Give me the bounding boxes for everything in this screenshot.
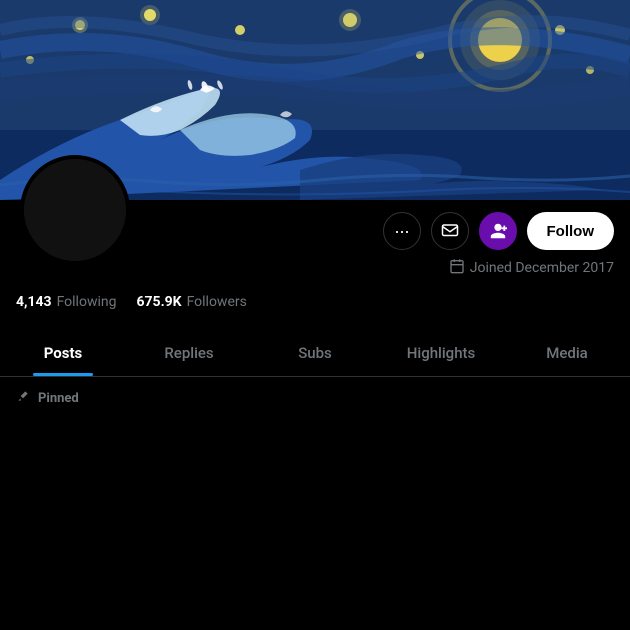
tab-media[interactable]: Media <box>504 330 630 376</box>
avatar-image <box>24 159 126 261</box>
tab-subs[interactable]: Subs <box>252 330 378 376</box>
subscribe-button[interactable] <box>479 212 517 250</box>
profile-page: ··· Follow Joined December 2017 <box>0 0 630 630</box>
pin-icon <box>16 389 30 407</box>
tab-replies-label: Replies <box>164 344 213 362</box>
profile-tabs: Posts Replies Subs Highlights Media <box>0 330 630 377</box>
pinned-row: Pinned <box>0 377 630 419</box>
following-stat[interactable]: 4,143 Following <box>16 294 116 310</box>
joined-text: Joined December 2017 <box>470 260 614 276</box>
tab-highlights-label: Highlights <box>407 344 476 362</box>
followers-stat[interactable]: 675.9K Followers <box>136 294 246 310</box>
tab-posts[interactable]: Posts <box>0 330 126 376</box>
message-icon <box>441 222 459 240</box>
following-count: 4,143 <box>16 294 52 310</box>
tab-highlights[interactable]: Highlights <box>378 330 504 376</box>
follow-button[interactable]: Follow <box>527 212 615 250</box>
message-button[interactable] <box>431 212 469 250</box>
tab-posts-label: Posts <box>44 344 83 362</box>
followers-count: 675.9K <box>136 294 181 310</box>
following-label: Following <box>57 294 117 310</box>
joined-info: Joined December 2017 <box>0 258 630 286</box>
more-icon: ··· <box>394 221 409 242</box>
tab-replies[interactable]: Replies <box>126 330 252 376</box>
avatar <box>20 155 130 265</box>
person-add-icon <box>489 222 507 240</box>
followers-label: Followers <box>187 294 247 310</box>
tab-media-label: Media <box>546 344 588 362</box>
tab-subs-label: Subs <box>298 344 332 362</box>
stats-row: 4,143 Following 675.9K Followers <box>0 286 630 326</box>
calendar-icon <box>449 258 465 278</box>
pinned-label: Pinned <box>38 391 79 406</box>
more-options-button[interactable]: ··· <box>383 212 421 250</box>
